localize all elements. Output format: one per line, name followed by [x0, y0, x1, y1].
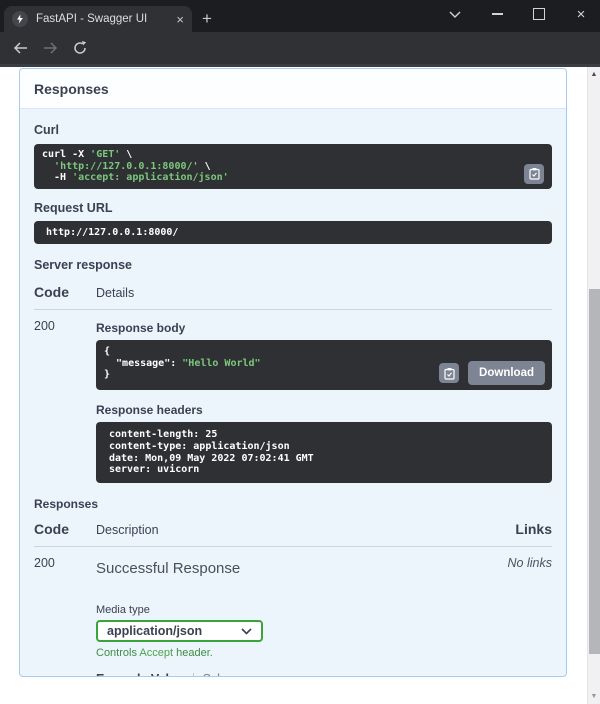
- tab-title: FastAPI - Swagger UI: [36, 13, 170, 25]
- server-response-row: 200 Response body { "message": "Hello Wo…: [34, 310, 552, 483]
- browser-tab[interactable]: FastAPI - Swagger UI ×: [4, 6, 192, 32]
- media-type-hint: Controls Accept header.: [96, 647, 508, 659]
- download-button[interactable]: Download: [468, 361, 545, 385]
- scrollbar-thumb[interactable]: [589, 289, 600, 654]
- tab-close-icon[interactable]: ×: [176, 13, 184, 26]
- responses-row: 200 Successful Response Media type appli…: [34, 547, 552, 677]
- media-type-select[interactable]: application/json: [96, 620, 263, 642]
- tab-search-chevron-icon[interactable]: [438, 0, 472, 28]
- page-scrollbar[interactable]: ▲ ▼: [587, 67, 600, 704]
- media-type-control: Media type application/json Controls Acc…: [96, 604, 508, 659]
- new-tab-button[interactable]: +: [202, 10, 212, 27]
- scrollbar-down-icon[interactable]: ▼: [588, 693, 600, 700]
- responses-table-title: Responses: [34, 497, 552, 511]
- responses-section-title: Responses: [34, 81, 109, 97]
- server-response-table-header: Code Details: [34, 284, 552, 310]
- curl-command: curl -X 'GET' \ 'http://127.0.0.1:8000/'…: [42, 149, 544, 184]
- request-url-block: http://127.0.0.1:8000/: [34, 221, 552, 245]
- media-type-value: application/json: [107, 624, 202, 638]
- code-column-header: Code: [34, 284, 96, 300]
- curl-code-block: curl -X 'GET' \ 'http://127.0.0.1:8000/'…: [34, 144, 552, 189]
- page-content: Responses Curl curl -X 'GET' \ 'http://1…: [0, 64, 600, 704]
- response-body-block: { "message": "Hello World" } Download: [96, 340, 552, 390]
- server-response-title: Server response: [34, 258, 552, 272]
- copy-response-icon[interactable]: [439, 363, 459, 383]
- swagger-opblock: Responses Curl curl -X 'GET' \ 'http://1…: [19, 68, 567, 677]
- curl-label: Curl: [34, 123, 552, 137]
- browser-toolbar: i 127.0.0.1:8000/docs#/default ☆ Incogni…: [0, 32, 600, 64]
- response-headers-block: content-length: 25 content-type: applica…: [96, 422, 552, 483]
- links-cell: No links: [508, 547, 552, 677]
- request-url-value: http://127.0.0.1:8000/: [46, 227, 540, 239]
- browser-titlebar: FastAPI - Swagger UI × + ×: [0, 0, 600, 32]
- response-status-code: 200: [34, 310, 96, 483]
- description-column-header: Description: [96, 523, 159, 537]
- tab-example-value[interactable]: Example Value: [96, 672, 184, 677]
- details-column-header: Details: [96, 286, 134, 300]
- scrollbar-up-icon[interactable]: ▲: [588, 71, 600, 78]
- model-tabs: Example Value Schema: [96, 672, 508, 677]
- tab-divider: [193, 673, 194, 677]
- window-maximize-button[interactable]: [522, 0, 556, 28]
- window-close-button[interactable]: ×: [564, 0, 598, 28]
- tab-schema[interactable]: Schema: [203, 672, 249, 677]
- back-button[interactable]: [8, 36, 32, 60]
- response-code: 200: [34, 547, 96, 677]
- copy-to-clipboard-icon[interactable]: [524, 164, 544, 184]
- responses-table-header: Code Description Links: [34, 521, 552, 547]
- response-description: Successful Response: [96, 560, 508, 577]
- forward-button[interactable]: [38, 36, 62, 60]
- reload-button[interactable]: [68, 36, 92, 60]
- opblock-body: Curl curl -X 'GET' \ 'http://127.0.0.1:8…: [20, 109, 566, 677]
- response-headers-label: Response headers: [96, 403, 552, 417]
- chevron-down-icon: [241, 628, 252, 635]
- response-headers-text: content-length: 25 content-type: applica…: [109, 429, 539, 476]
- media-type-label: Media type: [96, 604, 508, 616]
- responses-section-header: Responses: [20, 69, 566, 109]
- window-minimize-button[interactable]: [480, 0, 514, 28]
- request-url-label: Request URL: [34, 201, 552, 215]
- response-body-label: Response body: [96, 321, 552, 335]
- code-column-header: Code: [34, 521, 96, 537]
- fastapi-favicon-icon: [12, 11, 28, 27]
- page-top-strip: [0, 64, 600, 67]
- links-column-header: Links: [515, 521, 552, 537]
